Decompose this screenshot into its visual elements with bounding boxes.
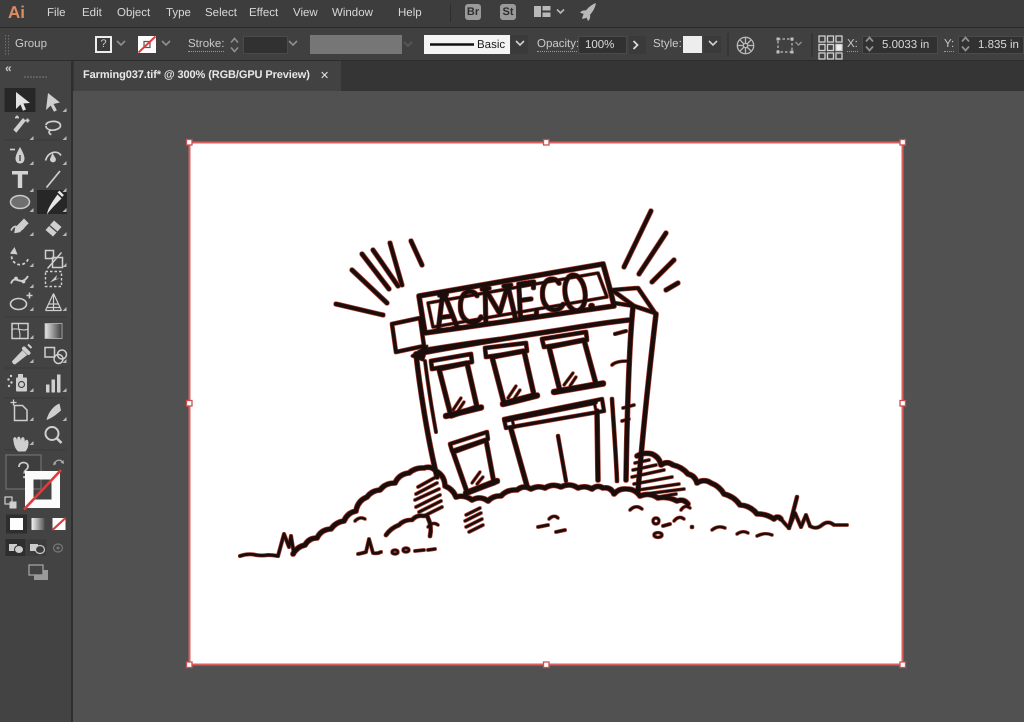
svg-text:«: « (5, 61, 12, 75)
